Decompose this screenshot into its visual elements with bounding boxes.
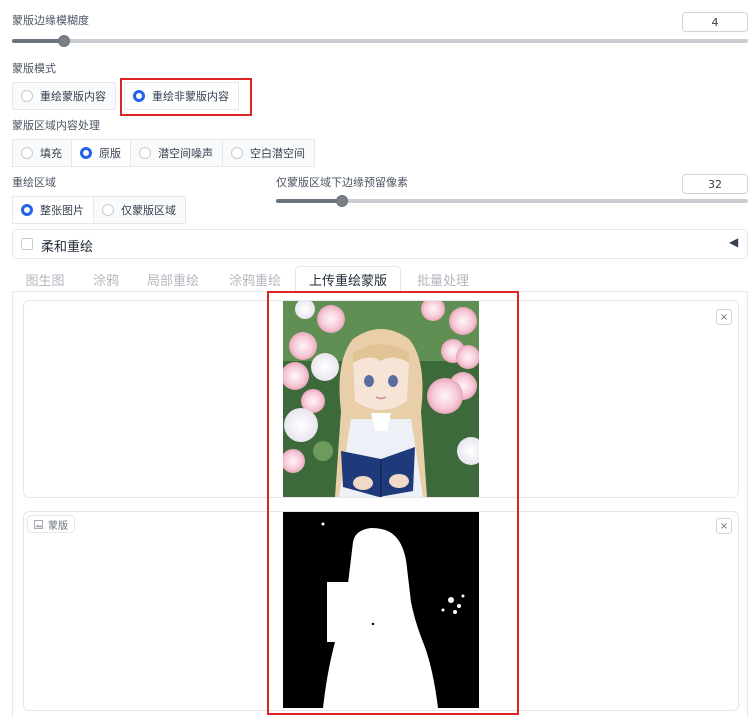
radio-fill-3[interactable]: 空白潜空间: [223, 139, 315, 167]
radio-label: 仅蒙版区域: [121, 204, 176, 217]
radio-indicator: [21, 147, 33, 159]
radio-label: 空白潜空间: [250, 147, 305, 160]
mask-panel-tag: 蒙版: [27, 515, 75, 533]
mask-panel-label: 蒙版: [48, 520, 68, 532]
radio-indicator: [21, 90, 33, 102]
fill-label: 蒙版区域内容处理: [12, 119, 100, 132]
radio-label: 潜空间噪声: [158, 147, 213, 160]
radio-indicator: [133, 90, 145, 102]
radio-fill-0[interactable]: 填充: [12, 139, 72, 167]
radio-label: 整张图片: [40, 204, 84, 217]
tab-inpaint-upload[interactable]: 上传重绘蒙版: [295, 266, 401, 292]
radio-indicator: [102, 204, 114, 216]
radio-fill-2[interactable]: 潜空间噪声: [131, 139, 223, 167]
tab-img2img[interactable]: 图生图: [16, 266, 74, 292]
uploaded-mask: [283, 512, 479, 708]
close-icon[interactable]: ×: [716, 309, 732, 325]
radio-area-0[interactable]: 整张图片: [12, 196, 94, 224]
tab-inpaint[interactable]: 局部重绘: [136, 266, 210, 292]
soft-inpaint-row[interactable]: 柔和重绘 ◀: [12, 229, 748, 259]
close-icon[interactable]: ×: [716, 518, 732, 534]
padding-slider-thumb[interactable]: [336, 195, 348, 207]
radio-label: 重绘非蒙版内容: [152, 90, 229, 103]
tab-batch[interactable]: 批量处理: [408, 266, 478, 292]
radio-label: 重绘蒙版内容: [40, 90, 106, 103]
radio-label: 原版: [99, 147, 121, 160]
radio-indicator: [80, 147, 92, 159]
radio-indicator: [21, 204, 33, 216]
radio-label: 填充: [40, 147, 62, 160]
area-label: 重绘区域: [12, 176, 56, 189]
blur-label: 蒙版边缘模糊度: [12, 14, 89, 27]
mask-mode-radio-group: 重绘蒙版内容 重绘非蒙版内容: [12, 82, 239, 110]
blur-slider[interactable]: [12, 33, 748, 49]
radio-mask-mode-0[interactable]: 重绘蒙版内容: [12, 82, 116, 110]
fill-radio-group: 填充 原版 潜空间噪声 空白潜空间: [12, 139, 315, 167]
blur-slider-thumb[interactable]: [58, 35, 70, 47]
tab-inpaint-sketch[interactable]: 涂鸦重绘: [220, 266, 290, 292]
tab-sketch[interactable]: 涂鸦: [84, 266, 128, 292]
radio-indicator: [231, 147, 243, 159]
image-icon: [34, 519, 43, 529]
area-radio-group: 整张图片 仅蒙版区域: [12, 196, 186, 224]
caret-left-icon[interactable]: ◀: [729, 235, 738, 249]
soft-inpaint-label: 柔和重绘: [41, 240, 94, 255]
uploaded-image: [283, 301, 479, 497]
padding-value-input[interactable]: 32: [682, 174, 748, 194]
blur-value-input[interactable]: 4: [682, 12, 748, 32]
padding-slider[interactable]: [276, 193, 748, 209]
radio-indicator: [139, 147, 151, 159]
radio-fill-1[interactable]: 原版: [72, 139, 131, 167]
padding-label: 仅蒙版区域下边缘预留像素: [276, 176, 408, 189]
soft-inpaint-checkbox[interactable]: [21, 238, 33, 250]
radio-area-1[interactable]: 仅蒙版区域: [94, 196, 186, 224]
mask-mode-label: 蒙版模式: [12, 62, 56, 75]
radio-mask-mode-1[interactable]: 重绘非蒙版内容: [124, 82, 239, 110]
